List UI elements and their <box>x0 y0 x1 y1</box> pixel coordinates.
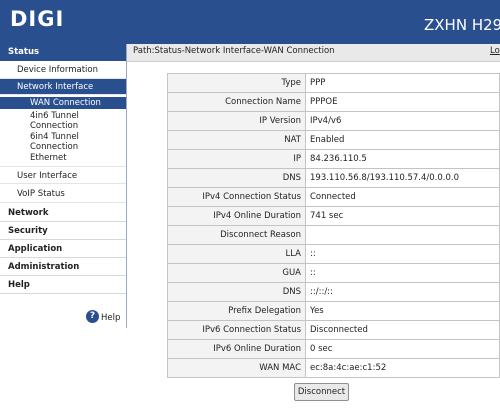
field-label: Type <box>167 73 306 93</box>
sidebar-item-ethernet[interactable]: Ethernet <box>0 153 126 165</box>
field-value: Disconnected <box>305 320 500 340</box>
field-label: IPv6 Online Duration <box>167 339 306 359</box>
table-row: Type PPP <box>167 73 500 93</box>
table-row: Disconnect Reason <box>167 225 500 245</box>
field-value: :: <box>305 263 500 283</box>
table-row: WAN MAC ec:8a:4c:ae:c1:52 <box>167 358 500 378</box>
field-value: 741 sec <box>305 206 500 226</box>
breadcrumb-bar: Path:Status-Network Interface-WAN Connec… <box>127 44 500 62</box>
field-label: Prefix Delegation <box>167 301 306 321</box>
help-link[interactable]: ? Help <box>86 310 126 326</box>
table-row: IPv4 Online Duration 741 sec <box>167 206 500 226</box>
field-label: LLA <box>167 244 306 264</box>
field-label: DNS <box>167 282 306 302</box>
sidebar-item-network[interactable]: Network <box>0 204 126 222</box>
sidebar-item-device-information[interactable]: Device Information <box>0 61 126 79</box>
field-label: IP Version <box>167 111 306 131</box>
field-label: Connection Name <box>167 92 306 112</box>
field-label: GUA <box>167 263 306 283</box>
sidebar-item-security[interactable]: Security <box>0 222 126 240</box>
table-row: Connection Name PPPOE <box>167 92 500 112</box>
field-value: 84.236.110.5 <box>305 149 500 169</box>
field-label: Disconnect Reason <box>167 225 306 245</box>
sidebar-item-help[interactable]: Help <box>0 276 126 294</box>
model-name: ZXHN H298 <box>424 16 500 34</box>
sidebar-item-network-interface[interactable]: Network Interface <box>0 79 126 95</box>
field-label: IPv6 Connection Status <box>167 320 306 340</box>
table-row: DNS 193.110.56.8/193.110.57.4/0.0.0.0 <box>167 168 500 188</box>
field-value: IPv4/v6 <box>305 111 500 131</box>
sidebar-item-status[interactable]: Status <box>0 44 126 61</box>
disconnect-button[interactable]: Disconnect <box>294 383 349 401</box>
field-value: Connected <box>305 187 500 207</box>
sidebar-item-wan-connection[interactable]: WAN Connection <box>0 97 126 109</box>
field-label: IPv4 Connection Status <box>167 187 306 207</box>
field-value: :: <box>305 244 500 264</box>
sidebar-item-4in6-tunnel-line2[interactable]: Connection <box>0 121 126 132</box>
field-value: ec:8a:4c:ae:c1:52 <box>305 358 500 378</box>
table-row: IP 84.236.110.5 <box>167 149 500 169</box>
table-row: IPv4 Connection Status Connected <box>167 187 500 207</box>
field-value: ::/::/:: <box>305 282 500 302</box>
help-label[interactable]: Help <box>101 313 120 323</box>
field-value: PPP <box>305 73 500 93</box>
sidebar-item-administration[interactable]: Administration <box>0 258 126 276</box>
table-row: LLA:: <box>167 244 500 264</box>
header-bar: DIGI ZXHN H298 <box>0 0 500 44</box>
field-value: 193.110.56.8/193.110.57.4/0.0.0.0 <box>305 168 500 188</box>
field-value: 0 sec <box>305 339 500 359</box>
sidebar-item-user-interface[interactable]: User Interface <box>0 166 126 184</box>
sidebar-item-voip-status[interactable]: VoIP Status <box>0 185 126 203</box>
wan-info-table: Type PPP Connection Name PPPOE IP Version IPv… <box>167 73 500 378</box>
field-value <box>305 225 500 245</box>
field-label: IPv4 Online Duration <box>167 206 306 226</box>
field-value: Enabled <box>305 130 500 150</box>
digi-logo: DIGI <box>10 7 65 31</box>
field-label: NAT <box>167 130 306 150</box>
table-row: DNS::/::/:: <box>167 282 500 302</box>
sidebar-item-application[interactable]: Application <box>0 240 126 258</box>
table-row: NAT Enabled <box>167 130 500 150</box>
breadcrumb: Path:Status-Network Interface-WAN Connec… <box>133 46 335 56</box>
sidebar-item-6in4-tunnel-line2[interactable]: Connection <box>0 142 126 153</box>
field-value: PPPOE <box>305 92 500 112</box>
field-label: WAN MAC <box>167 358 306 378</box>
table-row: IPv6 Connection Status Disconnected <box>167 320 500 340</box>
logout-link[interactable]: Lo <box>490 46 500 56</box>
table-row: IP Version IPv4/v6 <box>167 111 500 131</box>
table-row: IPv6 Online Duration 0 sec <box>167 339 500 359</box>
table-row: Prefix Delegation Yes <box>167 301 500 321</box>
field-label: IP <box>167 149 306 169</box>
table-row: GUA:: <box>167 263 500 283</box>
sidebar: Status Device Information Network Interf… <box>0 44 127 328</box>
field-label: DNS <box>167 168 306 188</box>
field-value: Yes <box>305 301 500 321</box>
help-icon[interactable]: ? <box>86 310 99 323</box>
